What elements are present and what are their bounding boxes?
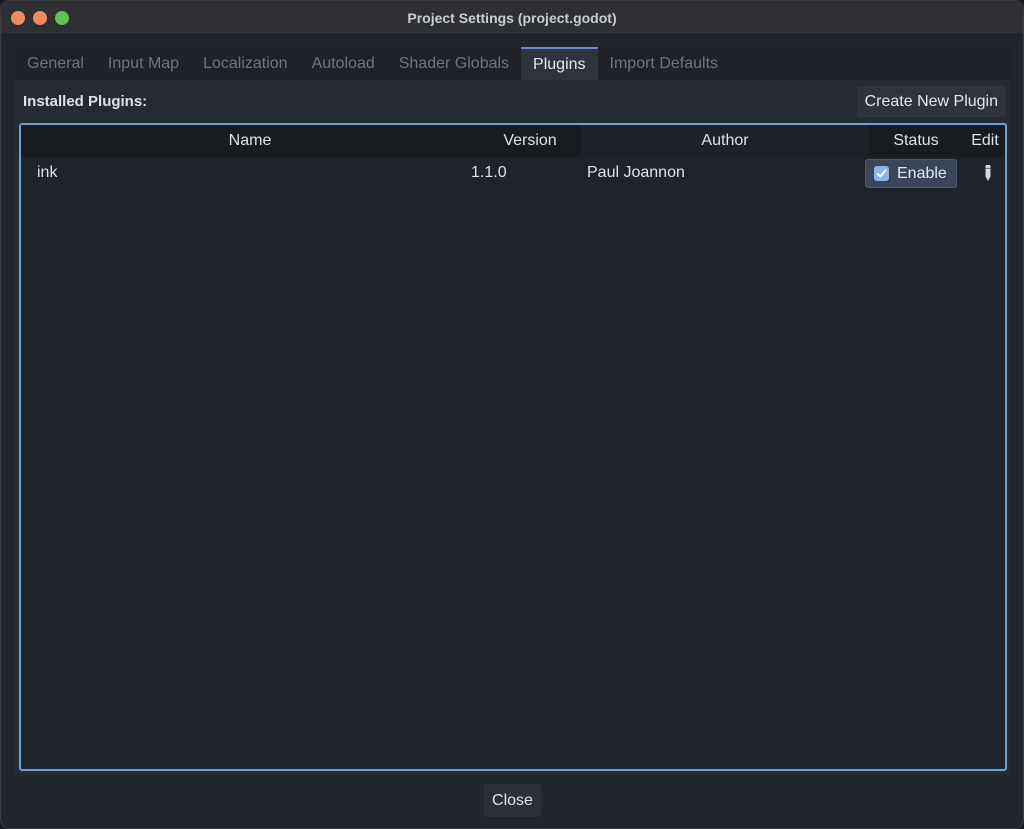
plugin-author: Paul Joannon <box>587 164 685 181</box>
close-button[interactable]: Close <box>484 784 541 817</box>
column-header-edit[interactable]: Edit <box>963 125 1007 157</box>
plugin-name: ink <box>37 164 58 181</box>
tab-general[interactable]: General <box>15 47 96 80</box>
project-settings-window: Project Settings (project.godot) General… <box>0 0 1024 829</box>
tab-autoload[interactable]: Autoload <box>300 47 387 80</box>
tab-localization[interactable]: Localization <box>191 47 300 80</box>
pencil-icon[interactable] <box>983 164 993 182</box>
tab-plugins[interactable]: Plugins <box>521 47 598 80</box>
tab-input-map[interactable]: Input Map <box>96 47 191 80</box>
column-header-name[interactable]: Name <box>21 125 479 157</box>
column-header-status[interactable]: Status <box>869 125 963 157</box>
title-bar: Project Settings (project.godot) <box>1 1 1023 35</box>
settings-panel: General Input Map Localization Autoload … <box>15 47 1011 775</box>
installed-plugins-label: Installed Plugins: <box>23 93 148 110</box>
plugin-enable-toggle[interactable]: Enable <box>865 159 957 188</box>
plugins-table: Name Version Author Status Edit ink 1.1.… <box>19 123 1007 771</box>
table-row[interactable]: ink 1.1.0 Paul Joannon Enable <box>21 157 1005 189</box>
checkmark-icon[interactable] <box>874 166 889 181</box>
plugin-version: 1.1.0 <box>471 164 507 181</box>
plugins-table-header: Name Version Author Status Edit <box>21 125 1005 157</box>
tab-shader-globals[interactable]: Shader Globals <box>387 47 521 80</box>
settings-tab-bar: General Input Map Localization Autoload … <box>15 47 1011 80</box>
tab-import-defaults[interactable]: Import Defaults <box>598 47 730 80</box>
column-header-author[interactable]: Author <box>581 125 869 157</box>
create-new-plugin-button[interactable]: Create New Plugin <box>855 85 1007 118</box>
enable-label: Enable <box>897 164 947 182</box>
column-header-version[interactable]: Version <box>479 125 581 157</box>
window-title: Project Settings (project.godot) <box>407 10 617 26</box>
